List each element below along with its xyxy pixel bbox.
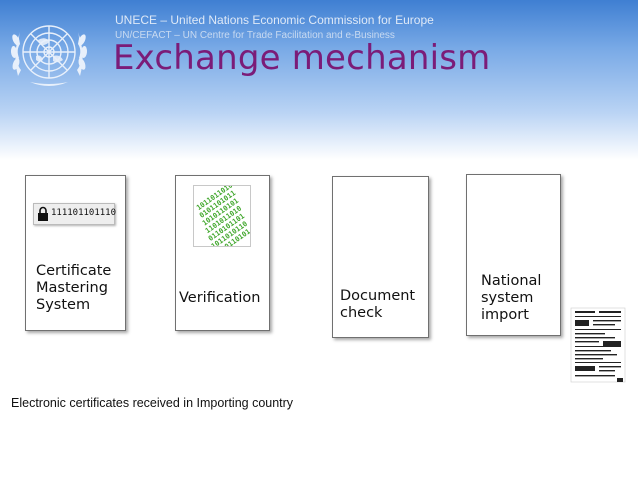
organization-title: UNECE – United Nations Economic Commissi… — [115, 13, 434, 27]
binary-matrix-icon: 1011010110 0110101101 1101011010 1010110… — [193, 185, 251, 247]
scanned-document-icon — [570, 307, 626, 383]
binary-badge: 111101101110 — [33, 203, 117, 225]
step-label-verification: Verification — [179, 290, 261, 306]
step-label-national-system-import: National system import — [481, 273, 542, 323]
page-title: Exchange mechanism — [113, 38, 491, 78]
step-label-certificate-mastering: Certificate Mastering System — [36, 263, 112, 313]
caption-text: Electronic certificates received in Impo… — [11, 396, 294, 410]
lock-icon — [38, 206, 48, 221]
binary-text: 111101101110 — [51, 208, 117, 218]
step-label-document-check: Document check — [340, 288, 416, 321]
un-emblem-icon — [10, 25, 88, 86]
